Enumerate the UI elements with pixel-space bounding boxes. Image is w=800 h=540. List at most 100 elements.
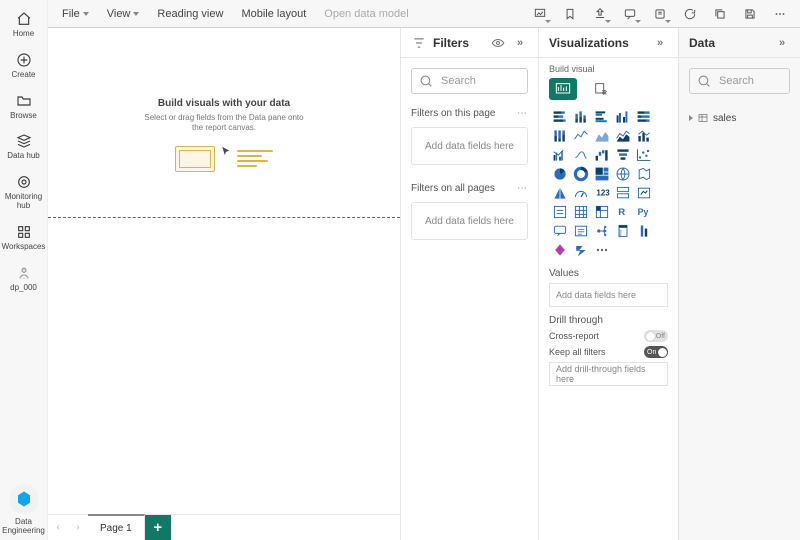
viz-type-clustered-bar[interactable] xyxy=(593,108,610,125)
viz-type-donut[interactable] xyxy=(572,165,589,182)
viz-type-area[interactable] xyxy=(593,127,610,144)
explore-button[interactable] xyxy=(528,3,552,25)
cross-report-toggle[interactable]: Off xyxy=(644,330,668,342)
caret-right-icon xyxy=(689,115,693,121)
page-tab[interactable]: Page 1 xyxy=(88,514,145,540)
file-label: File xyxy=(62,8,80,20)
bookmark-button[interactable] xyxy=(558,3,582,25)
rail-monitoring-hub[interactable]: Monitoring hub xyxy=(1,169,47,215)
viz-type-line-stacked-column[interactable] xyxy=(635,127,652,144)
filters-search[interactable] xyxy=(411,68,528,94)
rail-label: Workspaces xyxy=(2,243,46,252)
eye-icon[interactable] xyxy=(490,35,506,51)
viz-type-more[interactable] xyxy=(593,241,610,258)
viz-type-multi-row-card[interactable] xyxy=(614,184,631,201)
values-dropzone[interactable]: Add data fields here xyxy=(549,283,668,307)
viz-type-ribbon[interactable] xyxy=(572,146,589,163)
rail-label: Data hub xyxy=(7,152,39,161)
viz-title: Visualizations xyxy=(549,36,629,50)
rail-label: dp_000 xyxy=(10,284,37,293)
viz-type-treemap[interactable] xyxy=(593,165,610,182)
viz-type-paginated[interactable] xyxy=(614,222,631,239)
reading-view-button[interactable]: Reading view xyxy=(151,5,229,23)
persist-button[interactable] xyxy=(588,3,612,25)
viz-type-key-influencers[interactable] xyxy=(635,222,652,239)
viz-type-waterfall[interactable] xyxy=(593,146,610,163)
viz-type-kpi[interactable] xyxy=(635,184,652,201)
viz-type-card[interactable]: 123 xyxy=(593,184,610,201)
tab-label: Page 1 xyxy=(100,523,132,534)
data-table-item[interactable]: sales xyxy=(689,108,790,128)
rail-browse[interactable]: Browse xyxy=(1,88,47,125)
rail-data-hub[interactable]: Data hub xyxy=(1,128,47,165)
page-prev-button[interactable]: ‹ xyxy=(48,515,68,540)
viz-type-pie[interactable] xyxy=(551,165,568,182)
data-search[interactable] xyxy=(689,68,790,94)
viz-type-stacked-bar[interactable] xyxy=(551,108,568,125)
viz-type-decomposition[interactable] xyxy=(593,222,610,239)
viz-type-filled-map[interactable] xyxy=(635,165,652,182)
viz-type-power-apps[interactable] xyxy=(551,241,568,258)
rail-workspace-current[interactable]: dp_000 xyxy=(1,260,47,297)
viz-type-line-clustered-column[interactable] xyxy=(551,146,568,163)
rail-workspaces[interactable]: Workspaces xyxy=(1,219,47,256)
viz-type-qa[interactable] xyxy=(551,222,568,239)
viz-type-clustered-column[interactable] xyxy=(614,108,631,125)
empty-subtitle: Select or drag fields from the Data pane… xyxy=(139,113,309,134)
viz-type-python[interactable]: Py xyxy=(635,203,652,220)
keep-filters-toggle[interactable]: On xyxy=(644,346,668,358)
collapse-icon[interactable]: » xyxy=(774,35,790,51)
page-next-button[interactable]: › xyxy=(68,515,88,540)
section-menu-button[interactable]: ⋯ xyxy=(517,108,528,119)
viz-type-stacked-area[interactable] xyxy=(614,127,631,144)
cross-report-label: Cross-report xyxy=(549,331,599,341)
chat-button[interactable] xyxy=(618,3,642,25)
drillthrough-dropzone[interactable]: Add drill-through fields here xyxy=(549,362,668,386)
viz-type-line[interactable] xyxy=(572,127,589,144)
filters-all-dropzone[interactable]: Add data fields here xyxy=(411,202,528,240)
caret-down-icon xyxy=(133,12,139,16)
mobile-layout-button[interactable]: Mobile layout xyxy=(235,5,312,23)
rail-create[interactable]: Create xyxy=(1,47,47,84)
add-page-button[interactable]: + xyxy=(145,515,171,540)
filters-page-dropzone[interactable]: Add data fields here xyxy=(411,127,528,165)
viz-type-power-automate[interactable] xyxy=(572,241,589,258)
search-input[interactable] xyxy=(439,74,527,88)
save-button[interactable] xyxy=(738,3,762,25)
export-button[interactable] xyxy=(648,3,672,25)
viz-type-gauge[interactable] xyxy=(572,184,589,201)
viz-type-r-script[interactable]: R xyxy=(614,203,631,220)
viz-mode-format[interactable] xyxy=(587,78,615,100)
viz-type-table[interactable] xyxy=(572,203,589,220)
collapse-icon[interactable]: » xyxy=(652,35,668,51)
viz-type-map[interactable] xyxy=(614,165,631,182)
viz-type-slicer[interactable] xyxy=(551,203,568,220)
viz-type-scatter[interactable] xyxy=(635,146,652,163)
viz-type-matrix[interactable] xyxy=(593,203,610,220)
view-menu[interactable]: View xyxy=(101,5,146,23)
viz-type-stacked-column[interactable] xyxy=(572,108,589,125)
report-canvas[interactable]: Build visuals with your data Select or d… xyxy=(48,28,400,514)
viz-type-100-stacked-bar[interactable] xyxy=(635,108,652,125)
more-button[interactable] xyxy=(768,3,792,25)
viz-type-funnel[interactable] xyxy=(614,146,631,163)
filter-icon xyxy=(411,35,427,51)
section-menu-button[interactable]: ⋯ xyxy=(517,183,528,194)
copy-button[interactable] xyxy=(708,3,732,25)
viz-type-azure-map[interactable] xyxy=(551,184,568,201)
svg-text:R: R xyxy=(618,207,625,218)
svg-text:Py: Py xyxy=(637,207,648,217)
refresh-button[interactable] xyxy=(678,3,702,25)
viz-mode-build[interactable] xyxy=(549,78,577,100)
data-title: Data xyxy=(689,36,715,50)
canvas-empty-state: Build visuals with your data Select or d… xyxy=(48,98,400,172)
viz-type-narrative[interactable] xyxy=(572,222,589,239)
search-input[interactable] xyxy=(717,74,789,88)
toggle-state: On xyxy=(647,349,656,356)
svg-text:123: 123 xyxy=(596,188,610,197)
collapse-icon[interactable]: » xyxy=(512,35,528,51)
viz-type-100-stacked-column[interactable] xyxy=(551,127,568,144)
rail-home[interactable]: Home xyxy=(1,6,47,43)
file-menu[interactable]: File xyxy=(56,5,95,23)
rail-persona-switcher[interactable]: Data Engineering xyxy=(1,480,47,540)
